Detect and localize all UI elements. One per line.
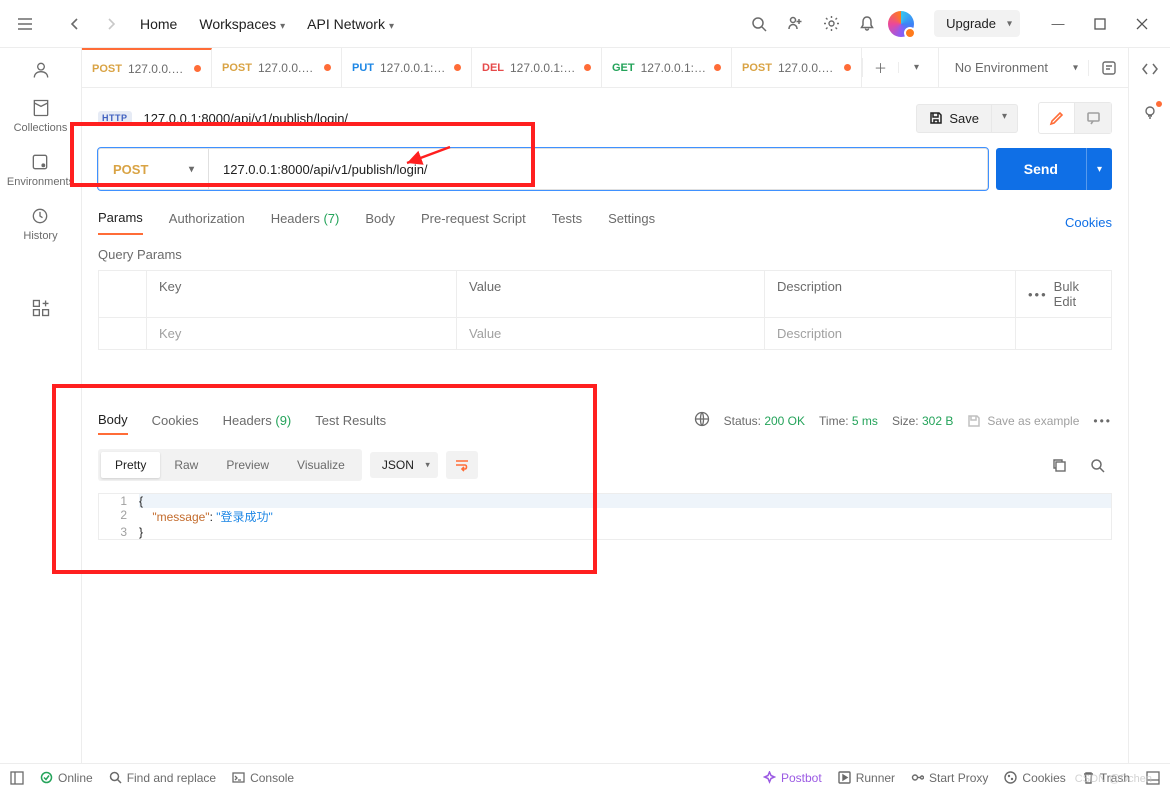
request-tabs-bar: POST127.0.0.1:800POST127.0.0.1:800PUT127… [82, 48, 1128, 88]
request-tab[interactable]: POST127.0.0.1:800 [82, 48, 212, 87]
save-button[interactable]: Save [916, 104, 992, 133]
cookies-link[interactable]: Cookies [1065, 215, 1112, 230]
nav-home[interactable]: Home [132, 10, 185, 38]
edit-icon[interactable] [1039, 103, 1075, 133]
http-method-selector[interactable]: POST▾ [99, 149, 209, 189]
forward-icon [96, 9, 126, 39]
resp-tab-headers[interactable]: Headers (9) [223, 407, 292, 434]
sidebar-toggle-icon[interactable] [10, 771, 24, 785]
resp-tab-tests[interactable]: Test Results [315, 407, 386, 434]
sidebar-item-account[interactable] [31, 60, 51, 80]
sidebar-item-history[interactable]: History [23, 206, 57, 242]
runner[interactable]: Runner [838, 771, 895, 785]
start-proxy[interactable]: Start Proxy [911, 771, 988, 785]
invite-icon[interactable] [780, 9, 810, 39]
back-icon[interactable] [60, 9, 90, 39]
tab-authorization[interactable]: Authorization [169, 211, 245, 234]
maximize-icon[interactable] [1082, 9, 1118, 39]
view-pretty[interactable]: Pretty [101, 452, 160, 478]
search-icon[interactable] [744, 9, 774, 39]
request-tab[interactable]: GET127.0.0.1:8000 [602, 48, 732, 87]
col-value: Value [457, 271, 765, 317]
close-window-icon[interactable] [1124, 9, 1160, 39]
view-preview[interactable]: Preview [212, 452, 283, 478]
tab-settings[interactable]: Settings [608, 211, 655, 234]
bell-icon[interactable] [852, 9, 882, 39]
view-mode-segmented[interactable]: Pretty Raw Preview Visualize [98, 449, 362, 481]
sidebar-item-environments[interactable]: Environments [7, 152, 74, 188]
request-header: HTTP 127.0.0.1:8000/api/v1/publish/login… [82, 88, 1128, 148]
response-more-icon[interactable]: ••• [1093, 414, 1112, 428]
response-size: Size: 302 B [892, 414, 953, 428]
resp-tab-cookies[interactable]: Cookies [152, 407, 199, 434]
view-visualize[interactable]: Visualize [283, 452, 359, 478]
new-tab-plus-icon[interactable]: ＋ [862, 58, 898, 77]
save-options-chevron[interactable]: ▾ [992, 104, 1018, 133]
hamburger-icon[interactable] [10, 9, 40, 39]
send-options-chevron[interactable]: ▾ [1086, 148, 1112, 190]
request-subtabs: Params Authorization Headers (7) Body Pr… [82, 190, 1128, 235]
format-selector[interactable]: JSON▾ [370, 452, 438, 478]
panes-icon[interactable] [1146, 771, 1160, 785]
nav-workspaces[interactable]: Workspaces▾ [191, 10, 293, 38]
response-status: Status: 200 OK [724, 414, 805, 428]
minimize-icon[interactable]: ― [1040, 9, 1076, 39]
copy-response-icon[interactable] [1044, 451, 1074, 479]
trash[interactable]: Trash [1082, 771, 1130, 785]
account-avatar[interactable] [888, 11, 914, 37]
right-sidebar [1128, 48, 1170, 763]
tab-prerequest[interactable]: Pre-request Script [421, 211, 526, 234]
sidebar-item-widgets[interactable] [31, 298, 51, 318]
response-subtabs: Body Cookies Headers (9) Test Results St… [82, 406, 1128, 435]
param-row-empty[interactable]: Key Value Description [99, 318, 1111, 349]
environment-details-icon[interactable] [1088, 60, 1128, 76]
response-body-code[interactable]: 1{2 "message": "登录成功"3} [98, 493, 1112, 540]
network-icon[interactable] [694, 411, 710, 430]
tab-headers[interactable]: Headers (7) [271, 211, 340, 234]
params-table: Key Value Description ••• Bulk Edit Key V… [98, 270, 1112, 350]
comments-icon[interactable] [1075, 103, 1111, 133]
tabs-overflow-chevron-icon[interactable]: ▾ [898, 62, 934, 73]
lightbulb-icon[interactable] [1141, 103, 1159, 124]
settings-icon[interactable] [816, 9, 846, 39]
query-params-title: Query Params [82, 235, 1128, 270]
request-tab[interactable]: DEL127.0.0.1:8000 [472, 48, 602, 87]
url-input[interactable] [209, 149, 987, 189]
request-tab[interactable]: POST127.0.0.1:800 [212, 48, 342, 87]
send-button[interactable]: Send [996, 148, 1086, 190]
upgrade-button[interactable]: Upgrade▾ [934, 10, 1020, 37]
http-badge: HTTP [98, 111, 132, 125]
col-options-icon[interactable]: ••• [1028, 287, 1048, 302]
response-time: Time: 5 ms [819, 414, 878, 428]
nav-api-network[interactable]: API Network▾ [299, 10, 402, 38]
response-view-bar: Pretty Raw Preview Visualize JSON▾ [82, 435, 1128, 489]
request-tab[interactable]: PUT127.0.0.1:8000 [342, 48, 472, 87]
search-response-icon[interactable] [1082, 451, 1112, 479]
view-raw[interactable]: Raw [160, 452, 212, 478]
find-replace[interactable]: Find and replace [109, 771, 216, 785]
cookies-footer[interactable]: Cookies [1004, 771, 1065, 785]
console[interactable]: Console [232, 771, 294, 785]
col-description: Description [765, 271, 1016, 317]
left-sidebar: Collections Environments History [0, 48, 82, 763]
postbot[interactable]: Postbot [763, 771, 822, 785]
tab-body[interactable]: Body [365, 211, 395, 234]
tab-params[interactable]: Params [98, 210, 143, 235]
bulk-edit-link[interactable]: Bulk Edit [1054, 279, 1099, 309]
request-tab[interactable]: POST127.0.0.1:800 [732, 48, 862, 87]
resp-tab-body[interactable]: Body [98, 406, 128, 435]
col-key: Key [147, 271, 457, 317]
save-as-example: Save as example [967, 414, 1079, 428]
app-toolbar: Home Workspaces▾ API Network▾ Upgrade▾ ― [0, 0, 1170, 48]
environment-selector[interactable]: No Environment▾ [939, 48, 1088, 87]
tab-tests[interactable]: Tests [552, 211, 582, 234]
online-status[interactable]: Online [40, 771, 93, 785]
code-snippet-icon[interactable] [1141, 60, 1159, 81]
status-bar: Online Find and replace Console Postbot … [0, 763, 1170, 791]
sidebar-item-collections[interactable]: Collections [14, 98, 68, 134]
wrap-lines-icon[interactable] [446, 451, 478, 479]
request-title: 127.0.0.1:8000/api/v1/publish/login/ [144, 111, 349, 126]
